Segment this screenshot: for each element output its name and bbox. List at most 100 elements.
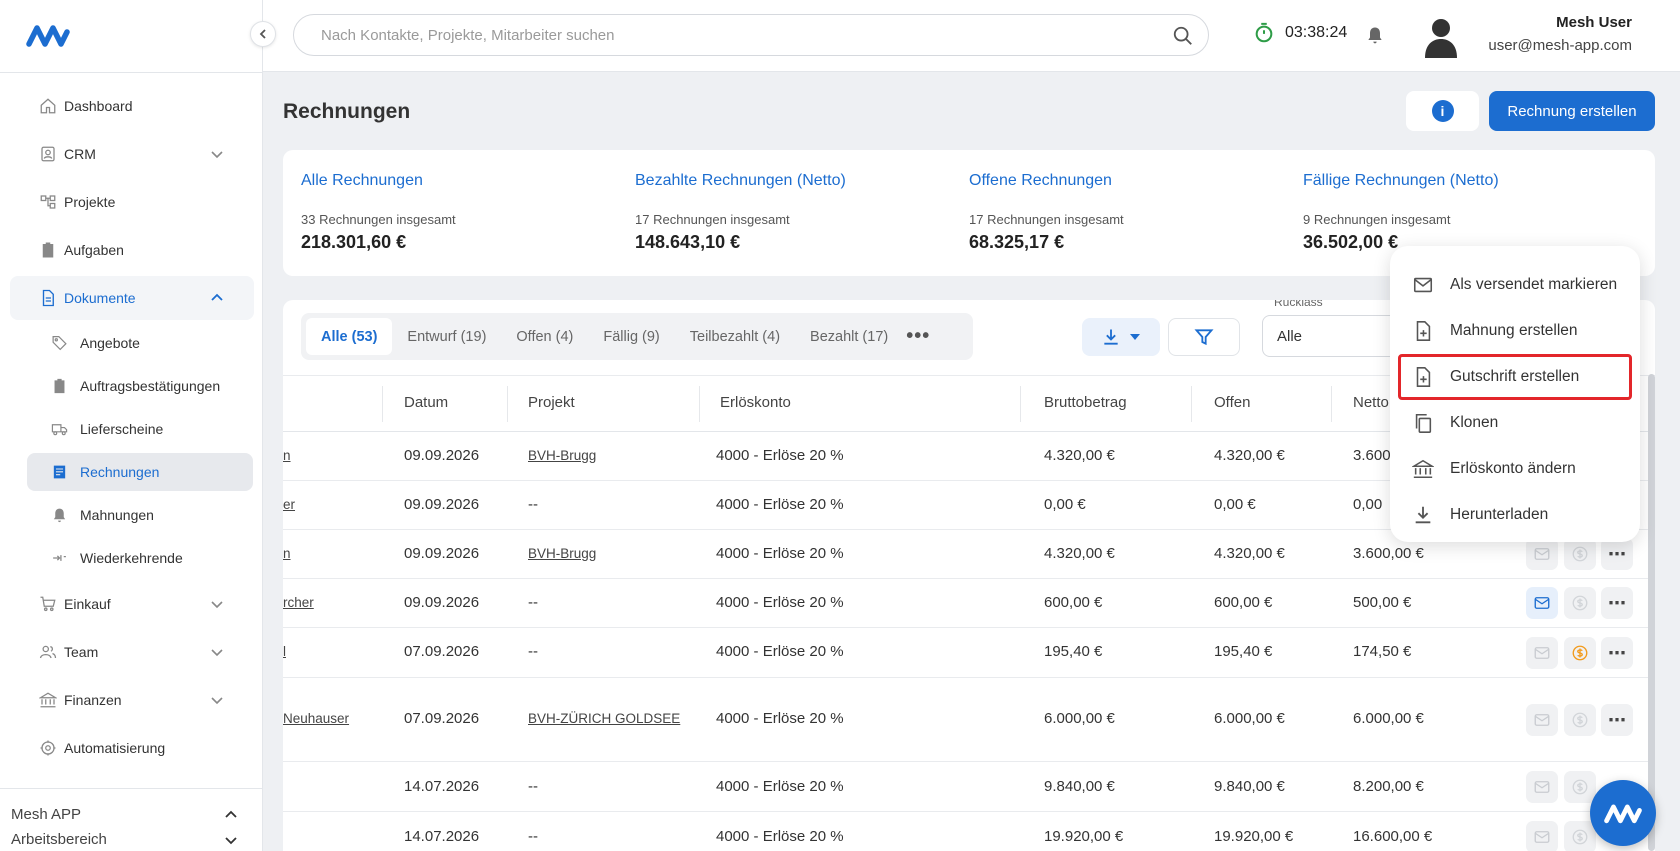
sidebar-item-angebote[interactable]: Angebote bbox=[27, 324, 253, 362]
stat-due-invoices[interactable]: Fällige Rechnungen (Netto) 9 Rechnungen … bbox=[1303, 172, 1499, 253]
payment-button[interactable] bbox=[1564, 771, 1596, 803]
page-title: Rechnungen bbox=[283, 100, 411, 123]
gross-cell: 9.840,00 € bbox=[1044, 778, 1115, 795]
column-header-datum[interactable]: Datum bbox=[404, 394, 448, 411]
mail-icon bbox=[1534, 714, 1550, 726]
table-row[interactable]: 14.07.2026 -- 4000 - Erlöse 20 % 9.840,0… bbox=[283, 762, 1655, 812]
account-cell: 4000 - Erlöse 20 % bbox=[716, 778, 844, 795]
projects-icon bbox=[40, 195, 56, 209]
menu-item-create-reminder[interactable]: Mahnung erstellen bbox=[1390, 308, 1640, 354]
send-mail-button[interactable] bbox=[1526, 587, 1558, 619]
sidebar-item-automatisierung[interactable]: Automatisierung bbox=[10, 726, 254, 770]
stat-paid-invoices[interactable]: Bezahlte Rechnungen (Netto) 17 Rechnunge… bbox=[635, 172, 846, 253]
account-cell: 4000 - Erlöse 20 % bbox=[716, 545, 844, 562]
sidebar-item-wiederkehrende[interactable]: Wiederkehrende bbox=[27, 539, 253, 577]
payment-button[interactable] bbox=[1564, 587, 1596, 619]
payment-button[interactable] bbox=[1564, 821, 1596, 851]
sidebar-collapse-button[interactable] bbox=[250, 21, 276, 47]
sidebar-item-team[interactable]: Team bbox=[10, 630, 254, 674]
time-tracker[interactable]: 03:38:24 bbox=[1253, 22, 1347, 44]
table-row[interactable]: l 07.09.2026 -- 4000 - Erlöse 20 % 195,4… bbox=[283, 628, 1655, 678]
menu-item-change-account[interactable]: Erlöskonto ändern bbox=[1390, 446, 1640, 492]
menu-item-clone[interactable]: Klonen bbox=[1390, 400, 1640, 446]
sidebar-item-aufgaben[interactable]: Aufgaben bbox=[10, 228, 254, 272]
row-more-button[interactable]: ⋯ bbox=[1601, 587, 1633, 619]
download-menu-button[interactable] bbox=[1082, 318, 1160, 356]
send-mail-button[interactable] bbox=[1526, 821, 1558, 851]
menu-item-label: Als versendet markieren bbox=[1450, 276, 1618, 293]
sidebar-item-mahnungen[interactable]: Mahnungen bbox=[27, 496, 253, 534]
payment-button[interactable] bbox=[1564, 538, 1596, 570]
column-header-bruttobetrag[interactable]: Bruttobetrag bbox=[1044, 394, 1127, 411]
column-header-erloeskonto[interactable]: Erlöskonto bbox=[720, 394, 791, 411]
table-row[interactable]: rcher 09.09.2026 -- 4000 - Erlöse 20 % 6… bbox=[283, 579, 1655, 628]
menu-item-create-credit-note[interactable]: Gutschrift erstellen bbox=[1398, 354, 1632, 400]
workspace-switcher[interactable]: Mesh APP Arbeitsbereich bbox=[0, 788, 263, 851]
send-mail-button[interactable] bbox=[1526, 637, 1558, 669]
project-link[interactable]: BVH-Brugg bbox=[528, 448, 596, 463]
sidebar-item-projekte[interactable]: Projekte bbox=[10, 180, 254, 224]
menu-item-mark-sent[interactable]: Als versendet markieren bbox=[1390, 262, 1640, 308]
payment-button[interactable] bbox=[1564, 637, 1596, 669]
stat-count: 9 Rechnungen insgesamt bbox=[1303, 212, 1451, 227]
row-more-button[interactable]: ⋯ bbox=[1601, 538, 1633, 570]
sidebar-item-finanzen[interactable]: Finanzen bbox=[10, 678, 254, 722]
column-header-projekt[interactable]: Projekt bbox=[528, 394, 575, 411]
sidebar-item-rechnungen[interactable]: Rechnungen bbox=[27, 453, 253, 491]
send-mail-button[interactable] bbox=[1526, 704, 1558, 736]
workspace-label-row: Arbeitsbereich bbox=[11, 827, 252, 851]
stat-title: Fällige Rechnungen (Netto) bbox=[1303, 172, 1499, 189]
user-info[interactable]: Mesh User user@mesh-app.com bbox=[1488, 14, 1632, 54]
customer-link[interactable]: n bbox=[283, 448, 291, 463]
sidebar-item-dokumente[interactable]: Dokumente bbox=[10, 276, 254, 320]
gross-cell: 6.000,00 € bbox=[1044, 710, 1115, 727]
project-link[interactable]: BVH-Brugg bbox=[528, 546, 596, 561]
search-bar[interactable] bbox=[293, 14, 1209, 56]
sidebar-item-dashboard[interactable]: Dashboard bbox=[10, 84, 254, 128]
notifications-bell-icon[interactable] bbox=[1365, 24, 1385, 46]
create-invoice-button[interactable]: Rechnung erstellen bbox=[1489, 91, 1655, 131]
column-header-offen[interactable]: Offen bbox=[1214, 394, 1250, 411]
customer-link[interactable]: er bbox=[283, 497, 295, 512]
customer-link[interactable]: l bbox=[283, 644, 286, 659]
tab-offen[interactable]: Offen (4) bbox=[501, 318, 588, 355]
send-mail-button[interactable] bbox=[1526, 771, 1558, 803]
table-row[interactable]: Neuhauser 07.09.2026 BVH-ZÜRICH GOLDSEE … bbox=[283, 678, 1655, 762]
filter-button[interactable] bbox=[1168, 318, 1240, 356]
customer-link[interactable]: rcher bbox=[283, 595, 314, 610]
payment-button[interactable] bbox=[1564, 704, 1596, 736]
project-link[interactable]: BVH-ZÜRICH GOLDSEE bbox=[528, 711, 680, 726]
tab-faellig[interactable]: Fällig (9) bbox=[588, 318, 674, 355]
menu-item-download[interactable]: Herunterladen bbox=[1390, 492, 1640, 538]
mesh-assistant-button[interactable] bbox=[1590, 780, 1656, 846]
chevron-up-icon[interactable] bbox=[224, 808, 238, 822]
customer-link[interactable]: Neuhauser bbox=[283, 711, 349, 726]
sidebar-item-crm[interactable]: CRM bbox=[10, 132, 254, 176]
sidebar-item-lieferscheine[interactable]: Lieferscheine bbox=[27, 410, 253, 448]
sidebar-item-einkauf[interactable]: Einkauf bbox=[10, 582, 254, 626]
tab-teilbezahlt[interactable]: Teilbezahlt (4) bbox=[675, 318, 795, 355]
send-mail-button[interactable] bbox=[1526, 538, 1558, 570]
chevron-down-icon[interactable] bbox=[224, 833, 238, 847]
search-icon[interactable] bbox=[1172, 25, 1194, 47]
search-input[interactable] bbox=[321, 26, 1141, 44]
stat-all-invoices[interactable]: Alle Rechnungen 33 Rechnungen insgesamt … bbox=[301, 172, 456, 253]
open-cell: 600,00 € bbox=[1214, 594, 1273, 611]
avatar[interactable] bbox=[1421, 16, 1461, 58]
table-row[interactable]: 14.07.2026 -- 4000 - Erlöse 20 % 19.920,… bbox=[283, 812, 1655, 851]
customer-link[interactable]: n bbox=[283, 546, 291, 561]
tab-bezahlt[interactable]: Bezahlt (17) bbox=[795, 318, 903, 355]
sidebar-divider bbox=[0, 72, 263, 73]
column-header-netto[interactable]: Netto bbox=[1353, 394, 1389, 411]
row-more-button[interactable]: ⋯ bbox=[1601, 637, 1633, 669]
stat-open-invoices[interactable]: Offene Rechnungen 17 Rechnungen insgesam… bbox=[969, 172, 1124, 253]
dollar-icon bbox=[1572, 645, 1588, 661]
row-more-button[interactable]: ⋯ bbox=[1601, 704, 1633, 736]
mesh-logo-icon[interactable] bbox=[26, 20, 70, 50]
more-tabs-icon[interactable]: ••• bbox=[903, 318, 933, 355]
table-scrollbar[interactable] bbox=[1648, 374, 1655, 851]
info-button[interactable]: i bbox=[1406, 91, 1479, 131]
tab-alle[interactable]: Alle (53) bbox=[306, 318, 393, 355]
tab-entwurf[interactable]: Entwurf (19) bbox=[392, 318, 501, 355]
sidebar-item-auftragsbestaetigungen[interactable]: Auftragsbestätigungen bbox=[27, 367, 253, 405]
